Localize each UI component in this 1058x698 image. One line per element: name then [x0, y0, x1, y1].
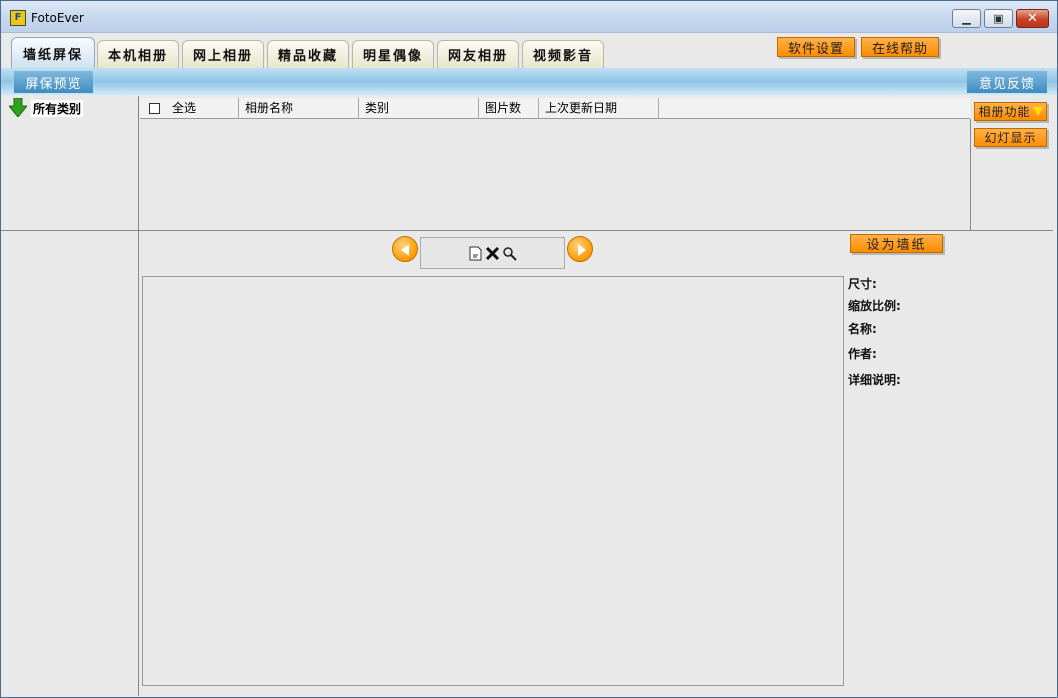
column-album-name[interactable]: 相册名称 [239, 98, 359, 119]
select-all-label: 全选 [172, 101, 197, 115]
feedback-button[interactable]: 意见反馈 [967, 71, 1047, 93]
info-detail-label: 详细说明: [848, 373, 901, 387]
panel-divider [1, 230, 1053, 231]
tab-video-media[interactable]: 视频影音 [522, 40, 604, 68]
album-list-body[interactable] [140, 119, 971, 230]
tab-online-album[interactable]: 网上相册 [182, 40, 264, 68]
main-tab-bar: 墙纸屏保 本机相册 网上相册 精品收藏 明星偶像 网友相册 视频影音 软件设置 … [1, 34, 1057, 68]
column-category[interactable]: 类别 [359, 98, 479, 119]
green-down-arrow-icon [9, 98, 27, 117]
screensaver-preview-button[interactable]: 屏保预览 [14, 71, 93, 93]
tree-item-all-categories[interactable]: 所有类别 [31, 100, 84, 117]
info-author-label: 作者: [848, 347, 877, 361]
picture-preview-area[interactable] [142, 276, 844, 686]
delete-icon[interactable] [485, 246, 500, 261]
minimize-icon: ▁ [962, 12, 971, 25]
column-last-updated[interactable]: 上次更新日期 [539, 98, 659, 119]
select-all-checkbox[interactable] [149, 103, 160, 114]
album-functions-button[interactable]: 相册功能 [974, 102, 1047, 121]
maximize-icon: ▣ [993, 12, 1004, 25]
next-arrow-icon [578, 244, 586, 256]
album-list-header: 全选 相册名称 类别 图片数 上次更新日期 [140, 98, 970, 119]
column-select-all[interactable]: 全选 [140, 98, 239, 119]
slideshow-button[interactable]: 幻灯显示 [974, 128, 1047, 147]
title-bar: F FotoEver ▁ ▣ ✕ [1, 1, 1057, 33]
info-zoom-label: 缩放比例: [848, 299, 901, 313]
tab-celebrity-idol[interactable]: 明星偶像 [352, 40, 434, 68]
sub-toolbar: 屏保预览 意见反馈 [1, 68, 1057, 95]
tab-user-album[interactable]: 网友相册 [437, 40, 519, 68]
album-functions-label: 相册功能 [978, 105, 1031, 119]
dropdown-triangle-icon [1032, 107, 1043, 116]
app-icon: F [10, 10, 26, 26]
tab-featured-collection[interactable]: 精品收藏 [267, 40, 349, 68]
info-name-label: 名称: [848, 322, 877, 336]
minimize-button[interactable]: ▁ [952, 9, 981, 28]
page-icon[interactable] [468, 246, 483, 261]
tab-local-album[interactable]: 本机相册 [97, 40, 179, 68]
magnify-icon[interactable] [502, 246, 517, 261]
set-as-wallpaper-button[interactable]: 设为墙纸 [850, 234, 943, 253]
next-picture-button[interactable] [567, 236, 593, 262]
picture-toolbox [420, 237, 565, 269]
prev-arrow-icon [401, 244, 409, 256]
window-title: FotoEver [31, 11, 84, 25]
tab-wallpaper-screensaver[interactable]: 墙纸屏保 [11, 37, 95, 68]
category-tree-panel: 所有类别 [1, 96, 139, 696]
fotoever-window: F FotoEver ▁ ▣ ✕ 墙纸屏保 本机相册 网上相册 精品收藏 明星偶… [0, 0, 1058, 698]
info-size-label: 尺寸: [848, 277, 877, 291]
previous-picture-button[interactable] [392, 236, 418, 262]
maximize-button[interactable]: ▣ [984, 9, 1013, 28]
online-help-button[interactable]: 在线帮助 [861, 37, 939, 57]
close-icon: ✕ [1027, 11, 1038, 26]
close-button[interactable]: ✕ [1016, 9, 1049, 28]
column-picture-count[interactable]: 图片数 [479, 98, 539, 119]
software-settings-button[interactable]: 软件设置 [777, 37, 855, 57]
